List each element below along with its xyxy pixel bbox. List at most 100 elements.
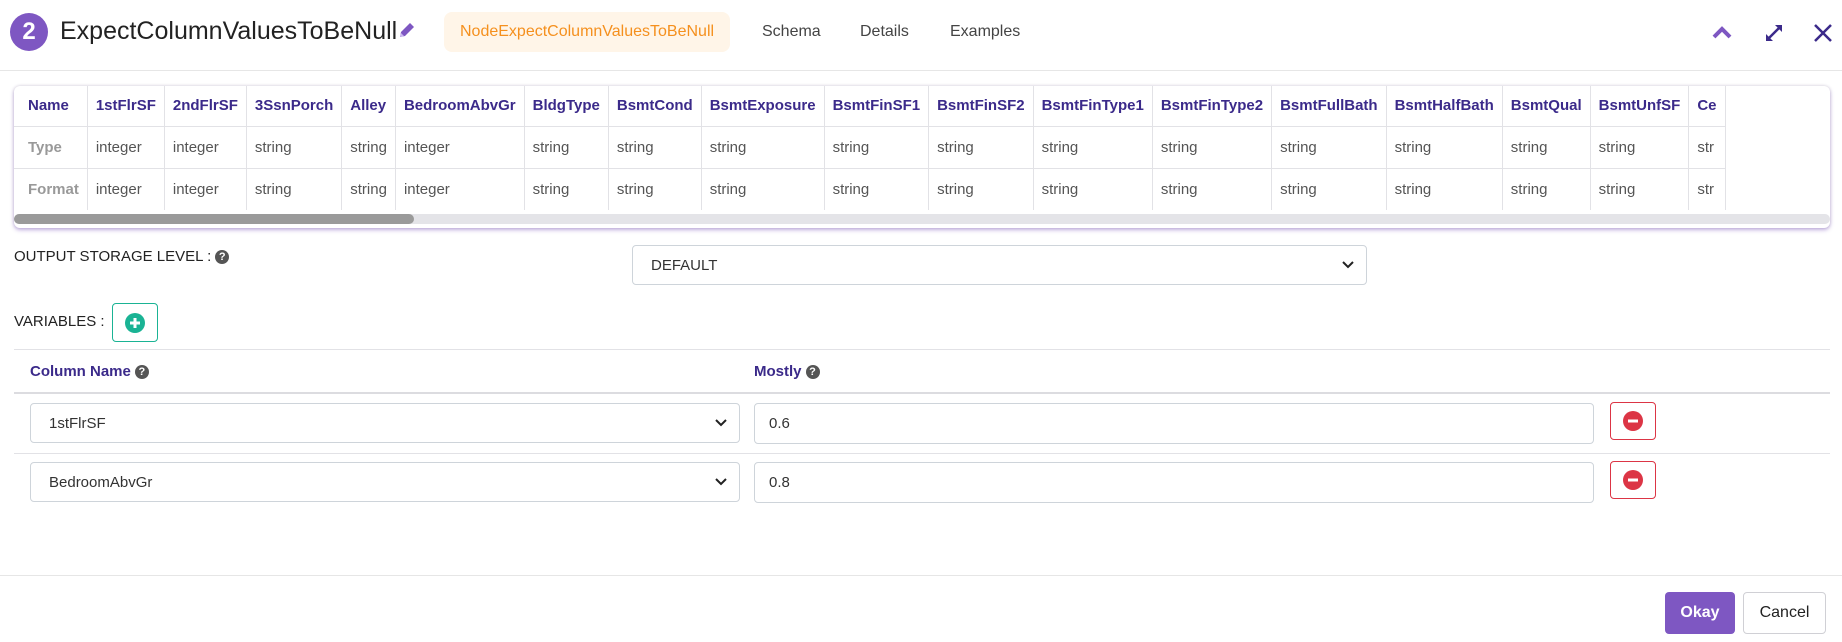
column-select[interactable]: 1stFlrSF xyxy=(30,403,740,443)
add-variable-button[interactable] xyxy=(112,303,158,342)
schema-cell: string xyxy=(341,126,396,169)
expand-icon[interactable] xyxy=(1761,20,1787,46)
cancel-button[interactable]: Cancel xyxy=(1743,592,1826,634)
column-header: Ce xyxy=(1688,86,1726,127)
schema-cell: string xyxy=(1152,168,1273,210)
column-value: 1stFlrSF xyxy=(49,414,106,432)
schema-cell: string xyxy=(1386,126,1503,169)
schema-cell: string xyxy=(1033,126,1153,169)
help-icon[interactable]: ? xyxy=(215,250,230,264)
edit-pencil-icon[interactable] xyxy=(397,20,417,40)
mostly-header: Mostly? xyxy=(754,363,820,380)
schema-cell: string xyxy=(928,126,1034,169)
column-header: Alley xyxy=(341,86,396,127)
schema-cell: integer xyxy=(395,168,525,210)
tab-schema[interactable]: Schema xyxy=(746,12,837,52)
schema-cell: string xyxy=(1590,126,1690,169)
modal-header: 2 ExpectColumnValuesToBeNull NodeExpectC… xyxy=(0,0,1842,71)
schema-cell: integer xyxy=(164,126,247,169)
row-label: Type xyxy=(14,126,88,169)
storage-label: OUTPUT STORAGE LEVEL :? xyxy=(14,248,230,265)
schema-cell: string xyxy=(1386,168,1503,210)
remove-variable-button[interactable] xyxy=(1610,402,1656,440)
scrollbar-thumb[interactable] xyxy=(14,214,414,224)
column-header: 3SsnPorch xyxy=(246,86,343,127)
schema-table-card: Name 1stFlrSF 2ndFlrSF 3SsnPorch Alley Bedroo… xyxy=(14,86,1830,228)
column-select[interactable]: BedroomAbvGr xyxy=(30,462,740,502)
node-title: ExpectColumnValuesToBeNull xyxy=(60,17,398,45)
mostly-input[interactable]: 0.8 xyxy=(754,462,1594,503)
schema-cell: integer xyxy=(395,126,525,169)
schema-cell: string xyxy=(701,126,825,169)
plus-circle-icon xyxy=(125,312,145,333)
tab-details[interactable]: Details xyxy=(844,12,925,52)
divider xyxy=(14,349,1830,350)
name-row: Name 1stFlrSF 2ndFlrSF 3SsnPorch Alley Bedroo… xyxy=(14,86,1726,127)
schema-cell: string xyxy=(1271,126,1387,169)
minus-circle-icon xyxy=(1623,411,1643,431)
schema-cell: integer xyxy=(87,126,165,169)
column-header: BsmtFinSF2 xyxy=(928,86,1034,127)
schema-cell: string xyxy=(1502,168,1591,210)
column-header: BsmtFinSF1 xyxy=(824,86,930,127)
column-header: BsmtFullBath xyxy=(1271,86,1387,127)
tab-examples[interactable]: Examples xyxy=(934,12,1036,52)
schema-cell: string xyxy=(524,168,609,210)
column-header: BedroomAbvGr xyxy=(395,86,525,127)
close-icon[interactable] xyxy=(1810,20,1836,46)
column-header: 1stFlrSF xyxy=(87,86,165,127)
column-value: BedroomAbvGr xyxy=(49,473,153,491)
schema-cell: string xyxy=(341,168,396,210)
column-header: BsmtExposure xyxy=(701,86,825,127)
chevron-down-icon xyxy=(715,478,727,486)
schema-cell: string xyxy=(928,168,1034,210)
help-icon[interactable]: ? xyxy=(134,365,149,379)
schema-cell: string xyxy=(246,126,343,169)
schema-cell: string xyxy=(701,168,825,210)
storage-value: DEFAULT xyxy=(651,256,718,274)
row-label: Format xyxy=(14,168,88,210)
schema-cell: string xyxy=(246,168,343,210)
schema-cell: string xyxy=(1271,168,1387,210)
row-label: Name xyxy=(14,86,88,127)
okay-button[interactable]: Okay xyxy=(1665,592,1735,634)
schema-cell: string xyxy=(824,168,930,210)
chevron-up-icon[interactable] xyxy=(1709,20,1735,46)
minus-circle-icon xyxy=(1623,470,1643,490)
footer-divider xyxy=(0,575,1842,576)
schema-cell: string xyxy=(608,168,702,210)
column-header: BsmtHalfBath xyxy=(1386,86,1503,127)
schema-cell: str xyxy=(1688,168,1726,210)
type-row: Type integer integer string string integer str… xyxy=(14,126,1726,169)
schema-cell: string xyxy=(1502,126,1591,169)
schema-table: Name 1stFlrSF 2ndFlrSF 3SsnPorch Alley Bedroo… xyxy=(14,86,1726,210)
column-name-header-text: Column Name xyxy=(30,363,131,380)
mostly-input[interactable]: 0.6 xyxy=(754,403,1594,444)
storage-level-select[interactable]: DEFAULT xyxy=(632,245,1367,285)
schema-cell: string xyxy=(1152,126,1273,169)
chevron-down-icon xyxy=(1342,261,1354,269)
divider xyxy=(14,392,1830,394)
column-header: BsmtUnfSF xyxy=(1590,86,1690,127)
column-header: BsmtFinType1 xyxy=(1033,86,1153,127)
column-header: BsmtFinType2 xyxy=(1152,86,1273,127)
schema-cell: string xyxy=(608,126,702,169)
remove-variable-button[interactable] xyxy=(1610,461,1656,499)
schema-cell: string xyxy=(824,126,930,169)
variables-label: VARIABLES : xyxy=(14,313,105,330)
mostly-header-text: Mostly xyxy=(754,363,802,380)
schema-cell: integer xyxy=(164,168,247,210)
schema-cell: string xyxy=(1590,168,1690,210)
tab-node[interactable]: NodeExpectColumnValuesToBeNull xyxy=(444,12,731,52)
column-header: BldgType xyxy=(524,86,609,127)
step-badge: 2 xyxy=(10,13,48,51)
storage-label-text: OUTPUT STORAGE LEVEL : xyxy=(14,248,212,265)
schema-cell: integer xyxy=(87,168,165,210)
column-header: BsmtCond xyxy=(608,86,702,127)
column-name-header: Column Name? xyxy=(30,363,149,380)
schema-cell: str xyxy=(1688,126,1726,169)
help-icon[interactable]: ? xyxy=(805,365,820,379)
schema-cell: string xyxy=(1033,168,1153,210)
schema-cell: string xyxy=(524,126,609,169)
column-header: BsmtQual xyxy=(1502,86,1591,127)
